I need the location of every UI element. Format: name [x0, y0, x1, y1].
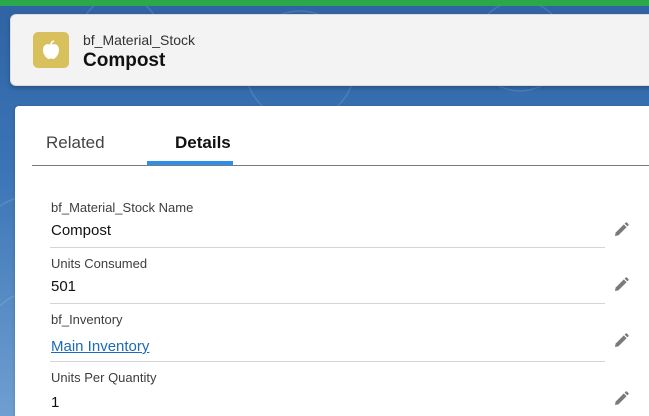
field-value: Compost: [51, 222, 112, 239]
pencil-icon[interactable]: [612, 332, 630, 350]
field-label: bf_Material_Stock Name: [51, 200, 194, 215]
field-label: bf_Inventory: [51, 312, 123, 327]
field-label: Units Consumed: [51, 256, 148, 271]
active-tab-indicator: [147, 161, 233, 165]
tab-related[interactable]: Related: [46, 133, 105, 153]
field-value: 501: [51, 278, 77, 295]
record-detail-card: Related Details bf_Material_Stock Name C…: [15, 106, 649, 416]
record-title: Compost: [83, 50, 166, 71]
field-divider: [50, 247, 605, 248]
field-units-per-quantity: Units Per Quantity 1: [50, 370, 605, 416]
field-divider: [50, 361, 605, 362]
tab-details[interactable]: Details: [175, 133, 231, 153]
pencil-icon[interactable]: [612, 276, 630, 294]
field-inventory: bf_Inventory Main Inventory: [50, 312, 605, 362]
field-material-stock-name: bf_Material_Stock Name Compost: [50, 200, 605, 248]
tab-bar: Related Details: [32, 123, 649, 166]
pencil-icon[interactable]: [612, 221, 630, 239]
record-header: bf_Material_Stock Compost: [10, 14, 649, 86]
field-label: Units Per Quantity: [51, 370, 157, 385]
field-divider: [50, 303, 605, 304]
apple-icon: [33, 32, 69, 68]
record-type-label: bf_Material_Stock: [83, 32, 196, 48]
field-value: 1: [51, 394, 60, 411]
inventory-link[interactable]: Main Inventory: [51, 338, 149, 355]
field-units-consumed: Units Consumed 501: [50, 256, 605, 304]
pencil-icon[interactable]: [612, 390, 630, 408]
